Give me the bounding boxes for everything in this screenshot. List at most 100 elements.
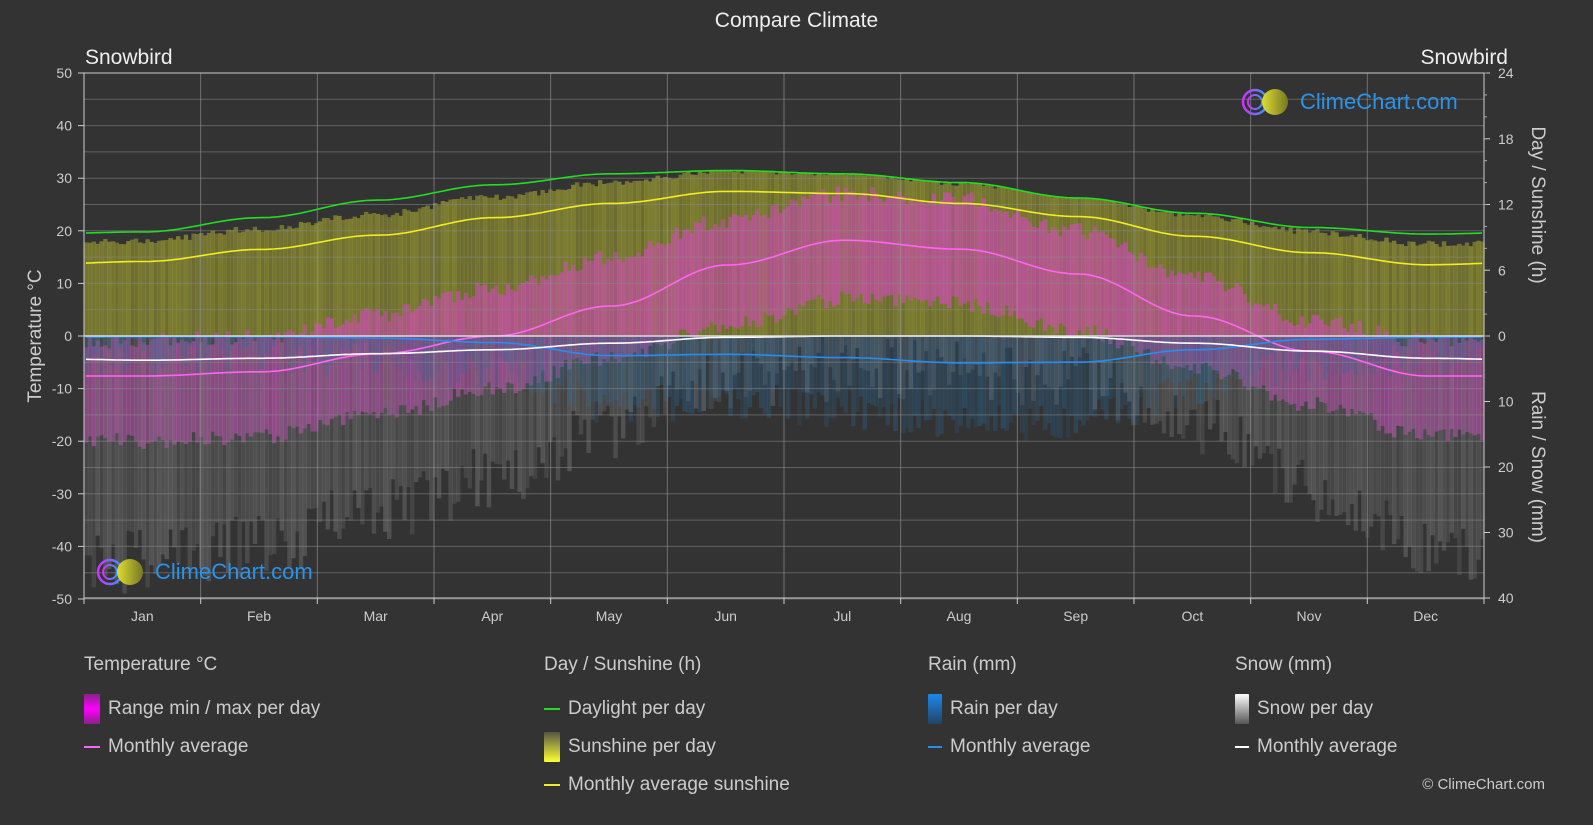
rain-day-bar [268, 336, 273, 356]
rain-day-bar [1399, 336, 1405, 369]
rain-day-bar [99, 336, 104, 375]
snow-day-bar [156, 336, 162, 565]
sunshine-day-bar [1449, 245, 1454, 336]
temp-range-bar [862, 192, 868, 304]
legend-heading: Snow (mm) [1235, 654, 1333, 675]
snow-day-bar [467, 336, 472, 489]
rain-day-bar [532, 336, 538, 393]
temp-range-bar [1031, 226, 1036, 328]
rain-day-bar [1123, 336, 1128, 405]
rain-day-bar [1157, 336, 1163, 385]
sunshine-day-bar [1453, 245, 1458, 336]
snow-day-bar [202, 336, 208, 576]
temp-range-bar [1050, 227, 1056, 327]
rain-day-bar [808, 336, 814, 395]
snow-day-bar [110, 336, 116, 545]
sunshine-day-bar [199, 232, 204, 336]
rain-day-bar [294, 336, 300, 351]
rain-day-bar [1012, 336, 1017, 414]
rain-day-bar [306, 336, 311, 357]
temp-range-bar [701, 216, 706, 330]
rain-day-bar [1276, 336, 1282, 350]
sunshine-day-bar [1353, 236, 1359, 336]
snow-day-bar [1476, 336, 1481, 560]
left-tick-label: 30 [56, 170, 72, 186]
left-axis-title: Temperature °C [25, 269, 46, 403]
temp-range-bar [839, 200, 845, 292]
logo-top[interactable]: ClimeChart.com [1240, 86, 1458, 118]
temp-range-bar [889, 195, 894, 295]
temp-range-bar [1131, 254, 1136, 346]
snow-day-bar [1426, 336, 1431, 572]
rain-day-bar [617, 336, 622, 407]
rain-day-bar [1115, 336, 1121, 424]
rain-day-bar [1127, 336, 1132, 419]
rain-day-bar [141, 336, 146, 351]
legend-label: Sunshine per day [568, 736, 716, 757]
rain-day-bar [421, 336, 426, 381]
temp-range-bar [736, 215, 741, 329]
snow-day-bar [164, 336, 169, 560]
temp-range-bar [743, 214, 749, 317]
snow-day-bar [118, 336, 123, 574]
legend-label: Daylight per day [568, 698, 706, 719]
rain-day-bar [1342, 336, 1347, 374]
left-tick-label: 40 [56, 118, 72, 134]
snow-day-bar [160, 336, 166, 555]
rain-day-bar [1384, 336, 1389, 358]
sunshine-day-bar [1468, 246, 1474, 336]
rain-day-bar [494, 336, 499, 386]
temp-range-bar [1119, 244, 1125, 346]
legend-label: Rain per day [950, 698, 1058, 719]
temp-range-bar [1000, 212, 1006, 316]
rain-day-bar [709, 336, 714, 396]
rain-day-bar [697, 336, 703, 413]
legend-item: Sunshine per day [544, 728, 790, 766]
rain-day-bar [943, 336, 948, 411]
snow-day-bar [145, 336, 150, 588]
snow-day-bar [340, 336, 346, 529]
temp-range-bar [985, 206, 990, 303]
left-tick-label: -30 [52, 486, 72, 502]
temp-range-bar [916, 200, 921, 300]
rain-day-bar [701, 336, 706, 392]
rain-day-bar [1081, 336, 1086, 426]
sunshine-day-bar [1403, 246, 1408, 336]
logo-bottom[interactable]: ClimeChart.com [95, 556, 313, 588]
temp-range-bar [670, 233, 676, 344]
rain-day-bar [820, 336, 825, 396]
rain-day-bar [1292, 336, 1297, 371]
rain-day-bar [843, 336, 848, 414]
snow-day-bar [1403, 336, 1408, 557]
snow-day-bar [1384, 336, 1389, 501]
rain-day-bar [728, 336, 733, 417]
rain-day-bar [628, 336, 634, 422]
rain-day-bar [1104, 336, 1109, 420]
rain-day-bar [390, 336, 396, 361]
sunshine-day-bar [126, 241, 131, 336]
rain-day-bar [1296, 336, 1301, 370]
sunshine-day-bar [107, 241, 112, 336]
sunshine-day-bar [1342, 236, 1347, 336]
rain-day-bar [1050, 336, 1056, 436]
rain-day-bar [862, 336, 868, 430]
sunshine-day-bar [302, 222, 308, 336]
snow-day-bar [410, 336, 415, 535]
sunshine-day-bar [291, 228, 296, 336]
snow-day-bar [191, 336, 196, 551]
snow-day-bar [1445, 336, 1451, 543]
sunshine-day-bar [237, 232, 242, 336]
rain-day-bar [1108, 336, 1113, 399]
rain-day-bar [95, 336, 100, 356]
rain-day-bar [916, 336, 921, 428]
rain-day-bar [1111, 336, 1117, 397]
rain-day-bar [816, 336, 822, 393]
sunshine-day-bar [191, 233, 196, 336]
sunshine-day-bar [160, 240, 166, 336]
rain-day-bar [674, 336, 680, 406]
climechart-logo-icon [96, 558, 143, 586]
rain-day-bar [498, 336, 503, 359]
sunshine-day-bar [306, 222, 311, 336]
legend-item: Monthly average [84, 728, 320, 766]
rain-day-bar [344, 336, 350, 355]
